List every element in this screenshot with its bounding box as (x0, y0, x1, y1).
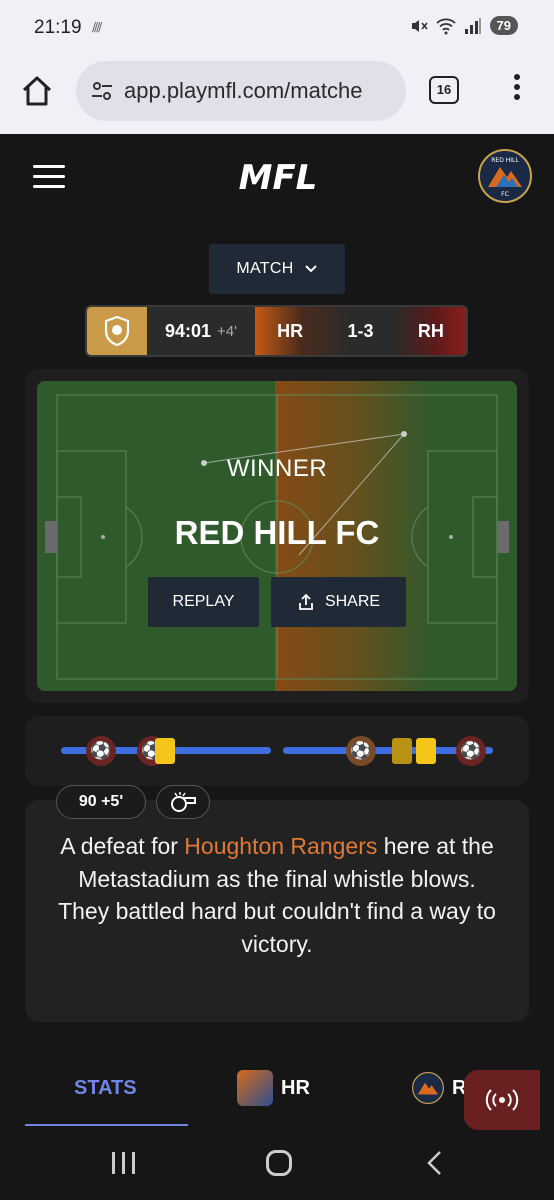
whistle-badge (156, 785, 210, 819)
live-broadcast-button[interactable] (464, 1070, 540, 1130)
replay-button[interactable]: REPLAY (148, 577, 259, 627)
match-time: 94:01 (164, 320, 212, 341)
winner-team-name: RED HILL FC (174, 514, 380, 551)
svg-text:RED HILL: RED HILL (491, 157, 519, 164)
yellow-card-icon[interactable] (392, 738, 412, 764)
team-link-houghton-rangers[interactable]: Houghton Rangers (184, 833, 377, 859)
club-crest-avatar[interactable]: RED HILL FC (478, 149, 532, 203)
winner-label: WINNER (226, 455, 328, 482)
clock: 21:19 (34, 17, 82, 38)
scoreboard: 94:01 +4' HR 1-3 RH (85, 305, 468, 357)
status-bar: 21:19 //// 79 (0, 0, 554, 56)
replay-label: REPLAY (172, 593, 235, 610)
commentary-prefix: A defeat for (60, 833, 185, 859)
tab-switcher-button[interactable]: 16 (429, 76, 459, 104)
match-dropdown[interactable]: MATCH (209, 244, 345, 294)
added-time: +4' (217, 322, 237, 340)
wifi-icon (435, 18, 456, 34)
goal-icon[interactable]: ⚽ (456, 736, 486, 766)
signal-icon (464, 17, 481, 34)
whistle-icon (171, 792, 196, 812)
event-minute-badge: 90 +5' (56, 785, 146, 819)
chevron-down-icon (304, 265, 317, 273)
share-icon (299, 593, 313, 610)
yellow-card-icon[interactable] (416, 738, 436, 764)
tab-home-team[interactable]: HR (237, 1070, 310, 1106)
system-nav-bar (0, 1130, 554, 1200)
away-team-abbr: RH (417, 320, 444, 341)
commentary-line-2: They battled hard but couldn't find a wa… (58, 898, 496, 957)
score-teams: HR 1-3 RH (255, 307, 466, 355)
share-button[interactable]: SHARE (271, 577, 406, 627)
browser-toolbar: app.playmfl.com/matche 16 (0, 56, 554, 134)
mfl-logo[interactable]: MFL (218, 158, 338, 196)
tab-away-team[interactable]: R (412, 1072, 466, 1104)
league-shield-icon (104, 315, 130, 347)
yellow-card-icon[interactable] (155, 738, 175, 764)
status-icons: 79 (410, 16, 518, 35)
away-team-crest-icon (412, 1072, 444, 1104)
address-bar[interactable]: app.playmfl.com/matche (76, 61, 406, 121)
tab-stats[interactable]: STATS (74, 1077, 137, 1100)
match-timeline: ⚽ ⚽ ⚽ ⚽ (25, 716, 529, 786)
commentary-text: A defeat for Houghton Rangers here at th… (40, 830, 514, 960)
battery-icon: 79 (489, 16, 518, 35)
logo-text: MFL (239, 158, 318, 196)
recents-icon[interactable] (112, 1152, 135, 1174)
match-dropdown-label: MATCH (236, 260, 294, 277)
active-tab-indicator (25, 1124, 188, 1126)
home-nav-icon[interactable] (266, 1150, 292, 1176)
home-team-crest-icon (237, 1070, 273, 1106)
goal-icon[interactable]: ⚽ (86, 736, 116, 766)
share-label: SHARE (324, 593, 381, 610)
broadcast-icon (485, 1089, 519, 1111)
svg-text:FC: FC (501, 191, 509, 198)
score: 1-3 (347, 320, 374, 341)
goal-icon[interactable]: ⚽ (346, 736, 376, 766)
browser-menu-icon[interactable] (510, 74, 524, 108)
site-settings-icon[interactable] (90, 79, 114, 103)
home-icon[interactable] (20, 74, 54, 108)
league-badge (87, 307, 147, 355)
back-icon[interactable] (424, 1150, 444, 1176)
mute-icon (411, 19, 428, 32)
notification-icon: //// (92, 20, 102, 34)
tab-home-label: HR (281, 1076, 310, 1099)
match-clock: 94:01 +4' (147, 307, 255, 355)
home-team-abbr: HR (277, 320, 304, 341)
hamburger-menu-icon[interactable] (33, 165, 65, 189)
url-text: app.playmfl.com/matche (124, 78, 363, 103)
